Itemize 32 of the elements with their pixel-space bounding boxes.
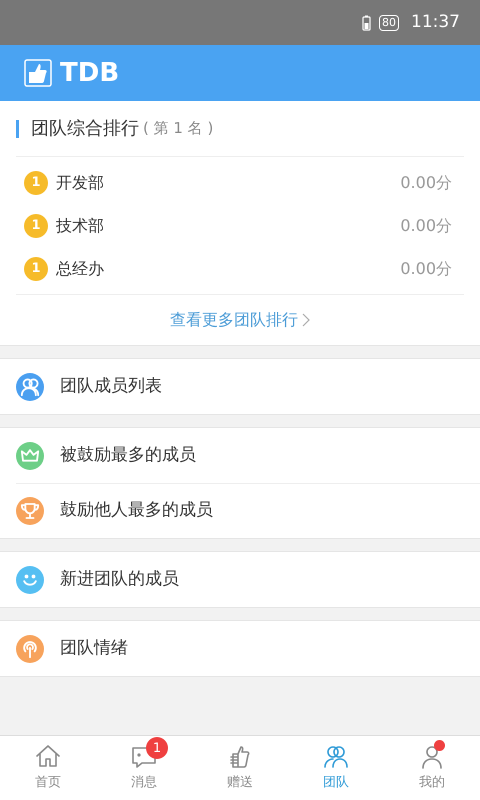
team-score: 0.00分	[400, 214, 452, 236]
menu-label: 团队成员列表	[60, 374, 162, 398]
team-score: 0.00分	[400, 258, 452, 280]
menu-item[interactable]: 被鼓励最多的成员	[16, 428, 480, 483]
rank-subtitle: ( 第 1 名 )	[143, 118, 214, 140]
tab[interactable]: 赠送	[192, 736, 288, 800]
rank-badge: 1	[24, 214, 48, 238]
section-title: 团队综合排行	[31, 117, 139, 141]
ranking-row[interactable]: 1 总经办 0.00分	[16, 247, 464, 290]
menu-label: 被鼓励最多的成员	[60, 444, 196, 467]
menu-label: 团队情绪	[60, 636, 128, 660]
menu-label: 鼓励他人最多的成员	[60, 499, 213, 522]
menu-item[interactable]: 鼓励他人最多的成员	[16, 483, 480, 538]
app-title: TDB	[60, 56, 120, 90]
unread-badge: 1	[146, 737, 168, 760]
battery-level: 80	[379, 14, 399, 30]
rank-badge: 1	[24, 170, 48, 194]
ranking-row[interactable]: 1 技术部 0.00分	[16, 204, 464, 247]
team-score: 0.00分	[400, 172, 452, 194]
rank-badge: 1	[24, 256, 48, 280]
tab[interactable]: 首页	[0, 736, 96, 800]
tab[interactable]: 我的	[384, 736, 480, 800]
time: 11:37	[411, 10, 460, 34]
tab[interactable]: 1 消息	[96, 736, 192, 800]
charging-icon	[362, 14, 371, 30]
team-name: 开发部	[56, 172, 104, 194]
thumbs-up-logo-icon	[24, 59, 52, 87]
ranking-row[interactable]: 1 开发部 0.00分	[16, 161, 464, 204]
team-name: 技术部	[56, 214, 104, 236]
menu-label: 新进团队的成员	[60, 568, 179, 591]
team-name: 总经办	[56, 258, 104, 280]
chevron-right-icon	[302, 313, 310, 327]
